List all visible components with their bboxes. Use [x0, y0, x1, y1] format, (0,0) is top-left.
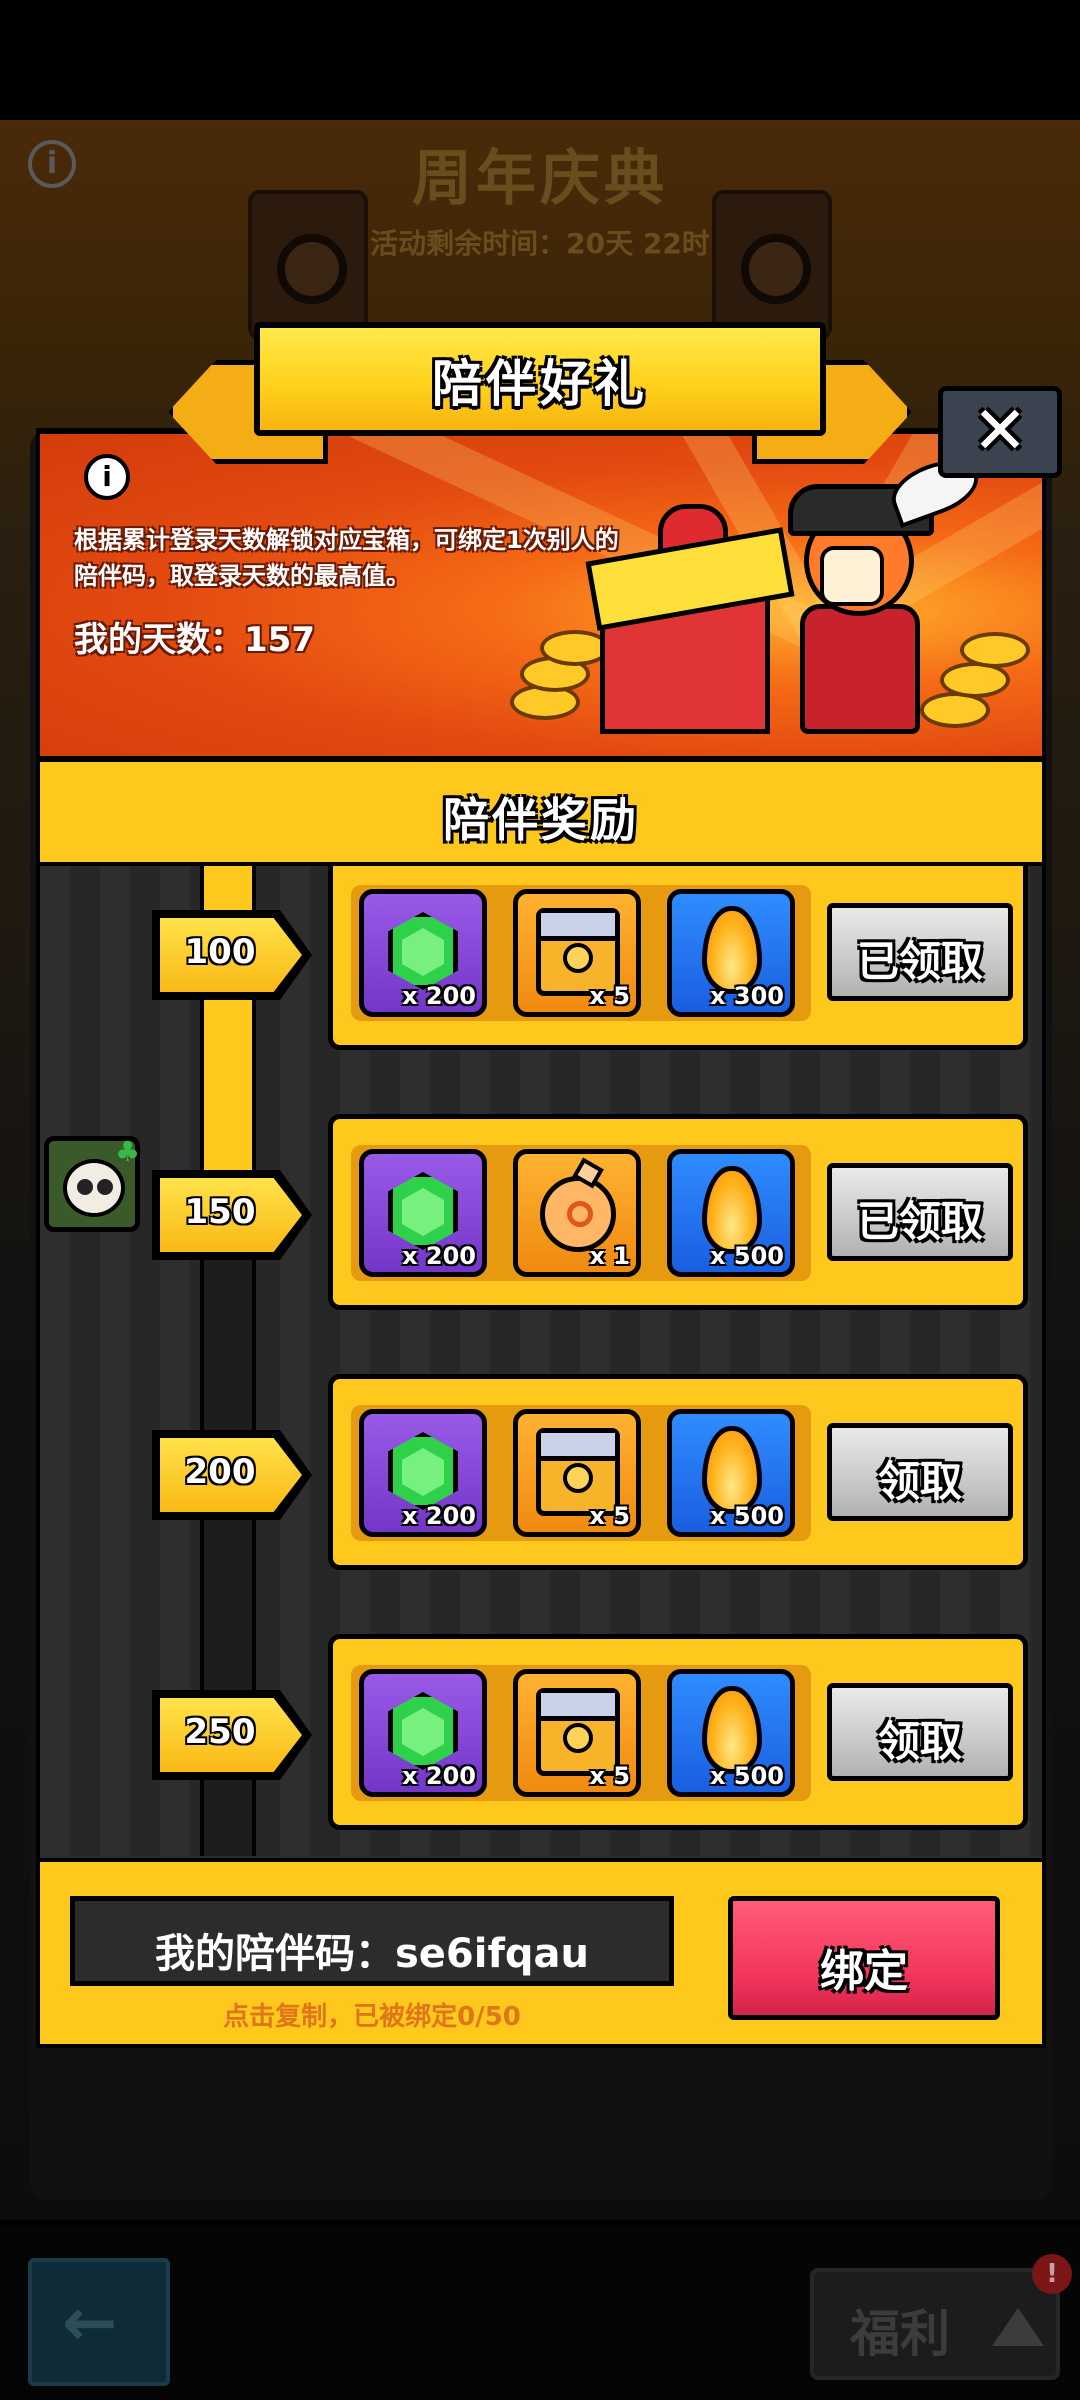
my-days-count: 我的天数：157	[74, 620, 315, 660]
reward-quantity: x 200	[402, 1242, 476, 1270]
milestone-label: 250	[184, 1712, 256, 1752]
claim-button-label: 领取	[877, 1717, 962, 1766]
reward-card: x 200 x 5 x 300 已领取	[328, 866, 1028, 1050]
milestone-label: 150	[184, 1192, 256, 1232]
reward-list[interactable]: 100 x 200 x 5 x 300 已领取 150 x 200 x 1 x …	[40, 866, 1042, 1856]
reward-tier-row: 250 x 200 x 5 x 500 领取	[40, 1634, 1042, 1830]
potion-reward[interactable]: x 1	[513, 1149, 641, 1277]
companion-code-box[interactable]: 我的陪伴码：se6ifqau	[70, 1896, 674, 1986]
reward-card: x 200 x 5 x 500 领取	[328, 1374, 1028, 1570]
claim-button-label: 已领取	[856, 1197, 983, 1246]
title-plate: 陪伴好礼	[254, 322, 826, 436]
hero-banner: i 根据累计登录天数解锁对应宝箱，可绑定1次别人的陪伴码，取登录天数的最高值。 …	[36, 430, 1046, 760]
gem-reward[interactable]: x 200	[359, 1409, 487, 1537]
event-timer: 活动剩余时间：20天 22时	[370, 227, 710, 260]
reward-quantity: x 200	[402, 1502, 476, 1530]
reward-quantity: x 500	[710, 1762, 784, 1790]
back-arrow-icon: ←	[62, 2284, 118, 2361]
player-avatar: ♣	[44, 1135, 141, 1232]
reward-quantity: x 200	[402, 982, 476, 1010]
claim-button[interactable]: 领取	[827, 1683, 1013, 1781]
back-button[interactable]: ←	[28, 2258, 170, 2386]
gem-reward[interactable]: x 200	[359, 1669, 487, 1797]
reward-quantity: x 1	[589, 1242, 630, 1270]
flame-icon	[702, 1426, 762, 1514]
reward-quantity: x 500	[710, 1242, 784, 1270]
bind-button-label: 绑定	[820, 1946, 908, 1997]
reward-quantity: x 500	[710, 1502, 784, 1530]
chest-reward[interactable]: x 5	[513, 1409, 641, 1537]
companion-code-text: 我的陪伴码：se6ifqau	[155, 1931, 589, 1977]
flame-reward[interactable]: x 500	[667, 1149, 795, 1277]
rewards-section-title: 陪伴奖励	[443, 793, 639, 847]
reward-card: x 200 x 1 x 500 已领取	[328, 1114, 1028, 1310]
gem-reward[interactable]: x 200	[359, 1149, 487, 1277]
milestone-marker: 200	[152, 1430, 312, 1520]
companion-code-footer: 我的陪伴码：se6ifqau 点击复制，已被绑定0/50 绑定	[36, 1858, 1046, 2048]
modal-title: 陪伴好礼	[432, 355, 648, 413]
flame-icon	[702, 1166, 762, 1254]
reward-tier-row: 200 x 200 x 5 x 500 领取	[40, 1374, 1042, 1570]
gem-reward[interactable]: x 200	[359, 889, 487, 1017]
welfare-label: 福利	[850, 2305, 950, 2363]
flame-reward[interactable]: x 500	[667, 1409, 795, 1537]
claimed-button[interactable]: 已领取	[827, 1163, 1013, 1261]
flame-reward[interactable]: x 300	[667, 889, 795, 1017]
chest-reward[interactable]: x 5	[513, 1669, 641, 1797]
milestone-marker: 100	[152, 910, 312, 1000]
reward-tier-row: 150 x 200 x 1 x 500 已领取	[40, 1114, 1042, 1310]
flame-icon	[702, 906, 762, 994]
rewards-section-header: 陪伴奖励	[36, 758, 1046, 866]
reward-quantity: x 5	[589, 1502, 630, 1530]
notification-badge: !	[1032, 2254, 1072, 2294]
hero-info-icon[interactable]: i	[84, 454, 130, 500]
flame-icon	[702, 1686, 762, 1774]
copy-hint: 点击复制，已被绑定0/50	[223, 2002, 521, 2032]
chest-reward[interactable]: x 5	[513, 889, 641, 1017]
flame-reward[interactable]: x 500	[667, 1669, 795, 1797]
claim-button-label: 已领取	[856, 937, 983, 986]
reward-quantity: x 5	[589, 1762, 630, 1790]
bind-button[interactable]: 绑定	[728, 1896, 1000, 2020]
claimed-button[interactable]: 已领取	[827, 903, 1013, 1001]
welfare-button[interactable]: 福利	[810, 2268, 1060, 2380]
milestone-marker: 150	[152, 1170, 312, 1260]
potion-icon	[540, 1176, 616, 1252]
milestone-label: 100	[184, 932, 256, 972]
claim-button-label: 领取	[877, 1457, 962, 1506]
reward-quantity: x 300	[710, 982, 784, 1010]
hero-description: 根据累计登录天数解锁对应宝箱，可绑定1次别人的陪伴码，取登录天数的最高值。	[74, 526, 619, 590]
reward-tier-row: 100 x 200 x 5 x 300 已领取	[40, 866, 1042, 1050]
reward-quantity: x 5	[589, 982, 630, 1010]
reward-card: x 200 x 5 x 500 领取	[328, 1634, 1028, 1830]
reward-quantity: x 200	[402, 1762, 476, 1790]
close-icon: ✕	[972, 392, 1028, 469]
clover-icon: ♣	[115, 1135, 141, 1168]
chevron-up-icon	[992, 2308, 1044, 2346]
event-title: 周年庆典	[412, 144, 668, 214]
close-button[interactable]: ✕	[938, 386, 1062, 478]
milestone-marker: 250	[152, 1690, 312, 1780]
claim-button[interactable]: 领取	[827, 1423, 1013, 1521]
milestone-label: 200	[184, 1452, 256, 1492]
